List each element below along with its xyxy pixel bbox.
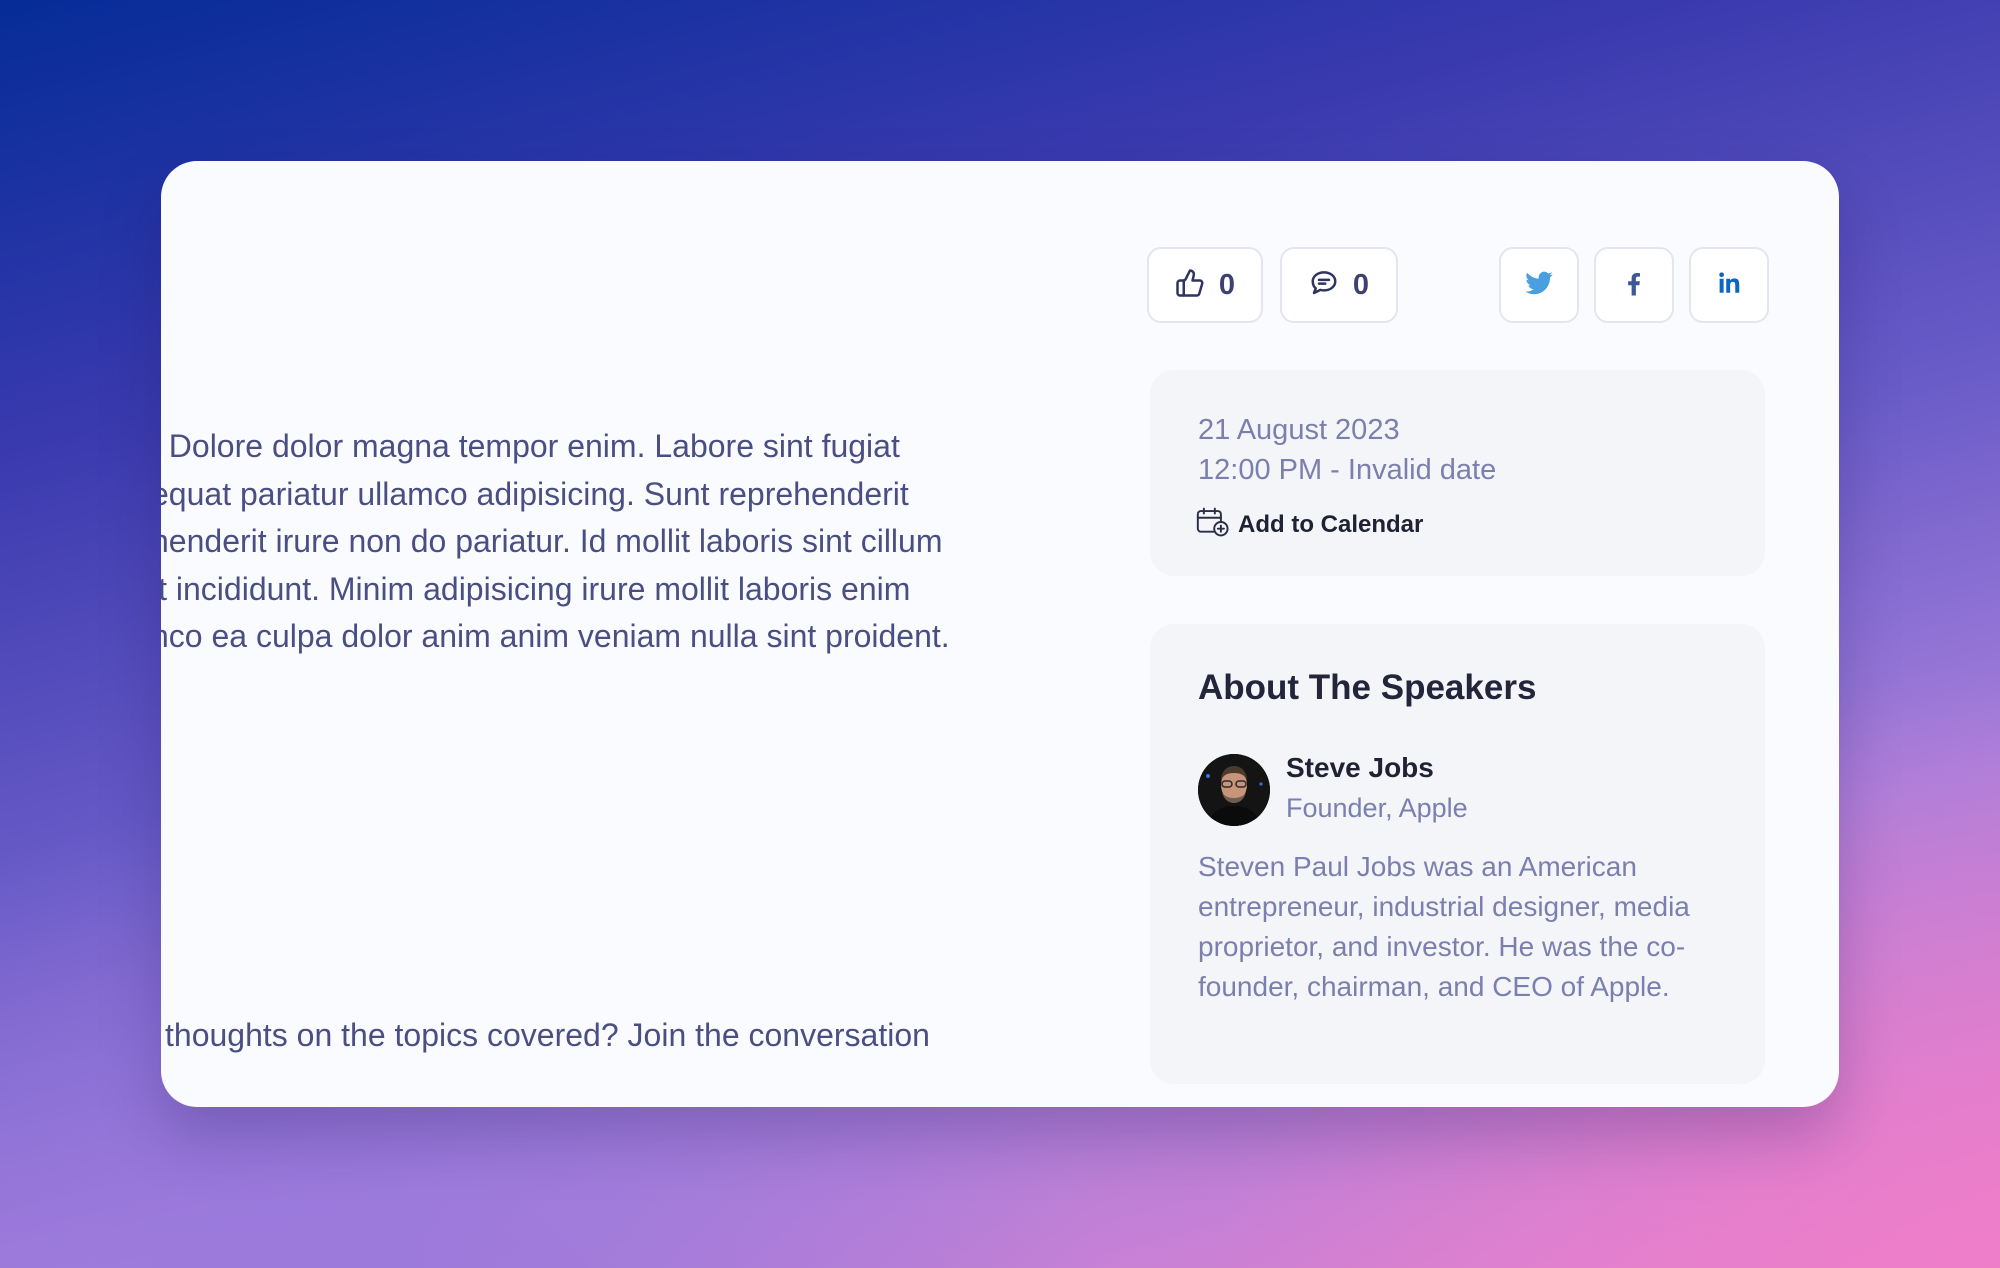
speakers-title: About The Speakers [1198, 668, 1537, 707]
thumbs-up-icon [1175, 268, 1205, 303]
article-line: equat pariatur ullamco adipisicing. Sunt… [161, 475, 909, 512]
facebook-icon [1619, 268, 1649, 303]
twitter-icon [1524, 268, 1554, 303]
comment-count: 0 [1352, 268, 1370, 301]
event-detail-card: . Dolore dolor magna tempor enim. Labore… [161, 161, 1839, 1107]
article-line: . Dolore dolor magna tempor enim. Labore… [161, 428, 900, 464]
event-date-panel: 21 August 2023 12:00 PM - Invalid date A… [1150, 370, 1765, 576]
speaker-avatar[interactable] [1198, 754, 1270, 826]
calendar-add-icon [1196, 506, 1230, 543]
like-button[interactable]: 0 [1147, 247, 1263, 323]
event-time: 12:00 PM - Invalid date [1198, 454, 1497, 486]
comment-icon [1309, 268, 1339, 303]
speaker-role: Founder, Apple [1286, 793, 1468, 823]
linkedin-icon [1714, 268, 1744, 303]
speaker-name: Steve Jobs [1286, 752, 1434, 783]
article-line: nenderit irure non do pariatur. Id molli… [161, 523, 943, 559]
article-line: nco ea culpa dolor anim anim veniam null… [161, 618, 950, 654]
add-to-calendar-link[interactable]: Add to Calendar [1196, 506, 1423, 543]
share-facebook-button[interactable] [1594, 247, 1674, 323]
article-body: . Dolore dolor magna tempor enim. Labore… [161, 423, 1151, 661]
add-to-calendar-label: Add to Calendar [1238, 510, 1424, 538]
speaker-bio: Steven Paul Jobs was an American entrepr… [1198, 851, 1690, 1002]
share-twitter-button[interactable] [1499, 247, 1579, 323]
article-closing: thoughts on the topics covered? Join the… [165, 1017, 930, 1053]
article-line: it incididunt. Minim adipisicing irure m… [161, 570, 911, 607]
speakers-panel: About The Speakers Steve Jobs Founder, A… [1150, 624, 1765, 1084]
comment-button[interactable]: 0 [1280, 247, 1398, 323]
share-linkedin-button[interactable] [1689, 247, 1769, 323]
event-date: 21 August 2023 [1198, 414, 1400, 446]
like-count: 0 [1218, 268, 1236, 301]
